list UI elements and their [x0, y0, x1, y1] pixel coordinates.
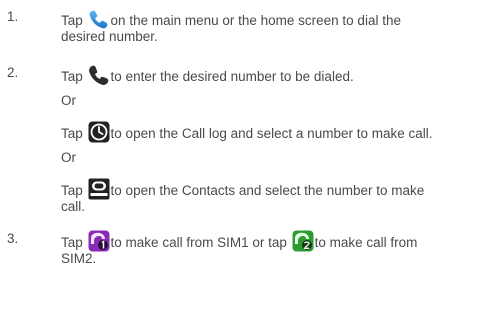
step-2-line: Tap to enter the desired number to be di…: [61, 64, 354, 86]
step-1-text-a: on the main menu or the home screen to d…: [110, 13, 401, 28]
contacts-line-1: Tap to open the Contacts and select the …: [61, 178, 424, 200]
contacts-option: Tap to open the Contacts and select the …: [0, 178, 501, 218]
phone-app-icon: [88, 8, 110, 30]
contacts-line-2: call.: [61, 199, 86, 214]
step-1-line-1: Tap on the main menu or the home screen …: [61, 8, 401, 30]
call-log-option: Tap to open the Call log and select a nu…: [0, 121, 501, 143]
step-3: 3. Tap to make call from SIM1 or tap to …: [0, 230, 501, 274]
contacts-tap-label: Tap: [61, 183, 83, 198]
step-1-line-2: desired number.: [61, 29, 158, 44]
sim2-call-icon: [292, 230, 314, 252]
step-2-tap-label: Tap: [61, 69, 83, 84]
step-3-line-2: SIM2.: [61, 251, 97, 266]
contacts-icon: [88, 178, 110, 200]
step-3-tap-label: Tap: [61, 235, 83, 250]
step-3-number: 3.: [7, 231, 19, 246]
sim1-call-icon: [88, 230, 110, 252]
call-log-clock-icon: [88, 121, 110, 143]
step-2: 2. Tap to enter the desired number to be…: [0, 64, 501, 86]
step-1: 1. Tap on the main menu or the home scre…: [0, 8, 501, 52]
step-3-text-b: to make call from: [314, 235, 418, 250]
or-separator-1: Or: [0, 92, 501, 110]
step-1-tap-label: Tap: [61, 13, 83, 28]
step-3-line-1: Tap to make call from SIM1 or tap to mak…: [61, 230, 417, 252]
call-log-text: to open the Call log and select a number…: [110, 126, 433, 141]
step-3-text-a: to make call from SIM1 or tap: [110, 235, 287, 250]
call-log-line: Tap to open the Call log and select a nu…: [61, 121, 432, 143]
call-log-tap-label: Tap: [61, 126, 83, 141]
phone-handset-icon: [88, 64, 110, 86]
step-1-number: 1.: [7, 9, 19, 24]
or-label-2: Or: [61, 150, 76, 165]
step-2-text: to enter the desired number to be dialed…: [110, 69, 354, 84]
contacts-text: to open the Contacts and select the numb…: [110, 183, 425, 198]
or-label-1: Or: [61, 93, 76, 108]
or-separator-2: Or: [0, 149, 501, 167]
step-2-number: 2.: [7, 65, 19, 80]
